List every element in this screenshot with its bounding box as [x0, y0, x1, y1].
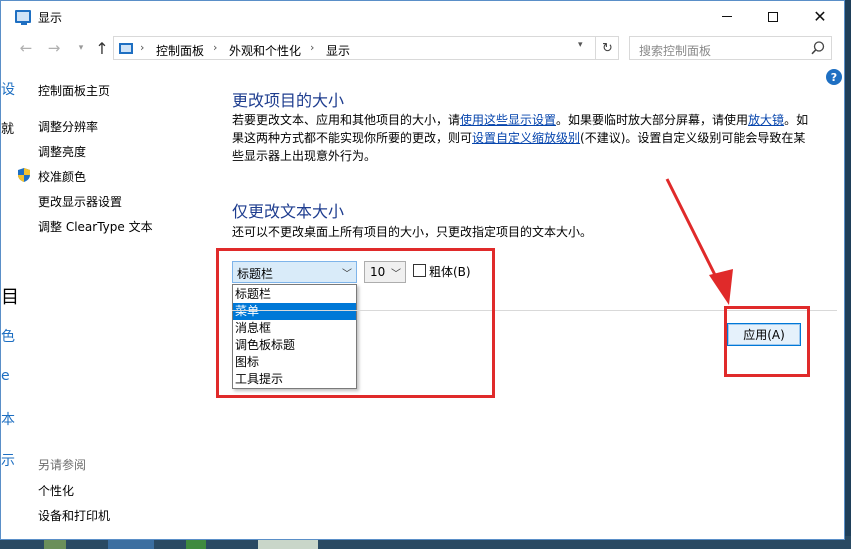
- sidebar-item-devices-printers[interactable]: 设备和打印机: [38, 507, 110, 524]
- breadcrumb-item-appearance[interactable]: 外观和个性化: [229, 42, 301, 59]
- title-bar: 显示 ✕: [1, 1, 844, 32]
- back-button[interactable]: ←: [17, 39, 35, 57]
- left-navigation-pane: 控制面板主页 调整分辨率 调整亮度 校准颜色 更改显示器设置 调整 ClearT…: [1, 64, 211, 539]
- see-also-heading: 另请参阅: [38, 458, 87, 472]
- arrow-right-icon: →: [47, 39, 61, 57]
- help-icon[interactable]: ?: [826, 69, 842, 85]
- dropdown-option-menu[interactable]: 菜单: [233, 303, 356, 320]
- divider: [232, 310, 837, 311]
- sidebar-item-brightness[interactable]: 调整亮度: [38, 143, 86, 160]
- display-icon: [15, 10, 31, 25]
- description-text: 若要更改文本、应用和其他项目的大小，请: [232, 113, 461, 127]
- item-dropdown-list: 标题栏 菜单 消息框 调色板标题 图标 工具提示: [232, 284, 357, 389]
- sidebar-item-calibrate-color[interactable]: 校准颜色: [38, 168, 86, 185]
- dropdown-option-messagebox[interactable]: 消息框: [233, 320, 356, 337]
- dropdown-option-tooltip[interactable]: 工具提示: [233, 371, 356, 388]
- minimize-icon: [722, 16, 732, 17]
- item-select[interactable]: 标题栏 ﹀: [232, 261, 357, 283]
- bold-label[interactable]: 粗体(B): [429, 263, 471, 280]
- annotation-arrow-icon: [665, 178, 733, 305]
- dropdown-option-palette-title[interactable]: 调色板标题: [233, 337, 356, 354]
- chevron-down-icon: ▾: [78, 43, 84, 53]
- close-icon: ✕: [813, 7, 827, 26]
- window-title: 显示: [38, 11, 63, 25]
- search-placeholder: 搜索控制面板: [639, 44, 712, 58]
- section-description-text-size: 还可以不更改桌面上所有项目的大小，只更改指定项目的文本大小。: [232, 225, 593, 239]
- display-settings-link[interactable]: 使用这些显示设置: [460, 113, 556, 127]
- sidebar-item-resolution[interactable]: 调整分辨率: [38, 118, 98, 135]
- font-size-select[interactable]: 10 ﹀: [364, 261, 406, 283]
- minimize-button[interactable]: [704, 1, 750, 32]
- forward-button[interactable]: →: [45, 39, 63, 57]
- chevron-down-icon: ﹀: [391, 269, 401, 280]
- control-panel-icon: [119, 43, 133, 54]
- maximize-button[interactable]: [750, 1, 796, 32]
- description-text: 。如果要临时放大部分屏幕，请使用: [556, 113, 749, 127]
- sidebar-item-display-settings[interactable]: 更改显示器设置: [38, 193, 122, 210]
- font-size-value: 10: [370, 265, 386, 279]
- search-box[interactable]: 搜索控制面板: [629, 36, 832, 60]
- breadcrumb-item-display[interactable]: 显示: [326, 42, 350, 59]
- up-button[interactable]: ↑: [93, 38, 111, 58]
- magnifier-link[interactable]: 放大镜: [748, 113, 784, 127]
- display-window: 显示 ✕ ← → ▾ ↑ › 控制面板 › 外观和个性化 › 显示 ▾ ↻ 搜索…: [0, 0, 845, 540]
- section-description-change-size: 若要更改文本、应用和其他项目的大小，请使用这些显示设置。如果要临时放大部分屏幕，…: [232, 111, 812, 165]
- breadcrumb-separator-icon: ›: [310, 41, 315, 54]
- refresh-icon: ↻: [602, 40, 613, 56]
- recent-locations-button[interactable]: ▾: [72, 39, 90, 57]
- sidebar-item-personalization[interactable]: 个性化: [38, 482, 74, 499]
- item-select-value: 标题栏: [237, 267, 274, 281]
- breadcrumb-separator-icon: ›: [213, 41, 218, 54]
- breadcrumb-item-control-panel[interactable]: 控制面板: [156, 42, 204, 59]
- sidebar-item-home[interactable]: 控制面板主页: [38, 82, 110, 99]
- shield-icon: [18, 168, 30, 182]
- bold-checkbox[interactable]: [413, 264, 426, 277]
- arrow-up-icon: ↑: [95, 38, 109, 58]
- address-dropdown-icon[interactable]: ▾: [578, 40, 583, 50]
- sidebar-item-cleartype[interactable]: 调整 ClearType 文本: [38, 218, 153, 235]
- custom-scaling-link[interactable]: 设置自定义缩放级别: [472, 131, 580, 145]
- breadcrumb-separator-icon: ›: [140, 41, 145, 54]
- navigation-bar: ← → ▾ ↑ › 控制面板 › 外观和个性化 › 显示 ▾ ↻ 搜索控制面板: [1, 32, 844, 64]
- dropdown-option-icon[interactable]: 图标: [233, 354, 356, 371]
- section-title-text-size: 仅更改文本大小: [232, 202, 345, 221]
- apply-button[interactable]: 应用(A): [727, 323, 801, 346]
- close-button[interactable]: ✕: [797, 1, 843, 32]
- arrow-left-icon: ←: [19, 39, 33, 57]
- dropdown-option-titlebar[interactable]: 标题栏: [233, 286, 356, 303]
- address-bar[interactable]: › 控制面板 › 外观和个性化 › 显示 ▾ ↻: [113, 36, 619, 60]
- search-icon[interactable]: [810, 40, 826, 56]
- chevron-down-icon: ﹀: [342, 269, 352, 280]
- section-title-change-size: 更改项目的大小: [232, 91, 345, 110]
- refresh-button[interactable]: ↻: [595, 37, 619, 59]
- maximize-icon: [768, 11, 778, 22]
